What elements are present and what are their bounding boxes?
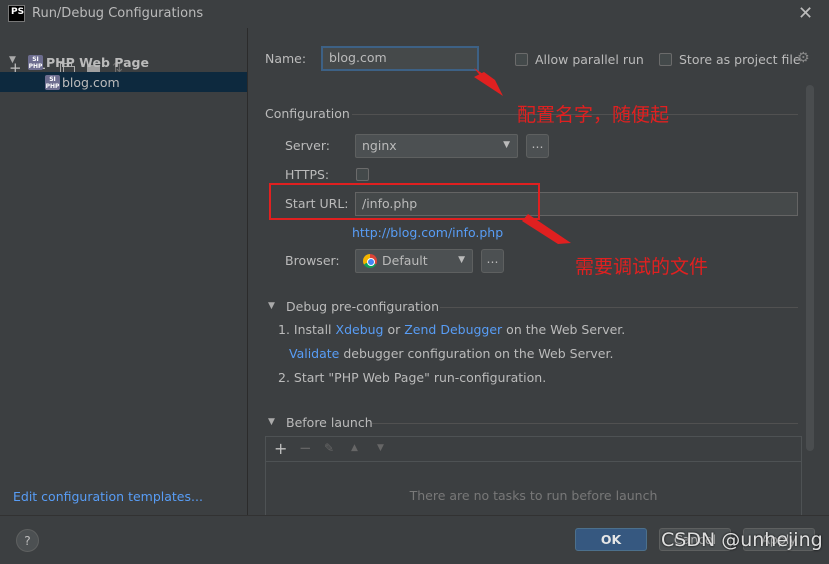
annotation-overlay bbox=[269, 68, 571, 244]
annotation-box-start-url bbox=[269, 183, 540, 220]
annotation-name-note: 配置名字，随便起 bbox=[517, 104, 670, 126]
watermark: CSDN @unhejing bbox=[661, 529, 823, 551]
annotation-url-note: 需要调试的文件 bbox=[575, 256, 709, 278]
annotation-arrow-name bbox=[474, 72, 503, 96]
annotation-arrow-url bbox=[522, 214, 571, 244]
